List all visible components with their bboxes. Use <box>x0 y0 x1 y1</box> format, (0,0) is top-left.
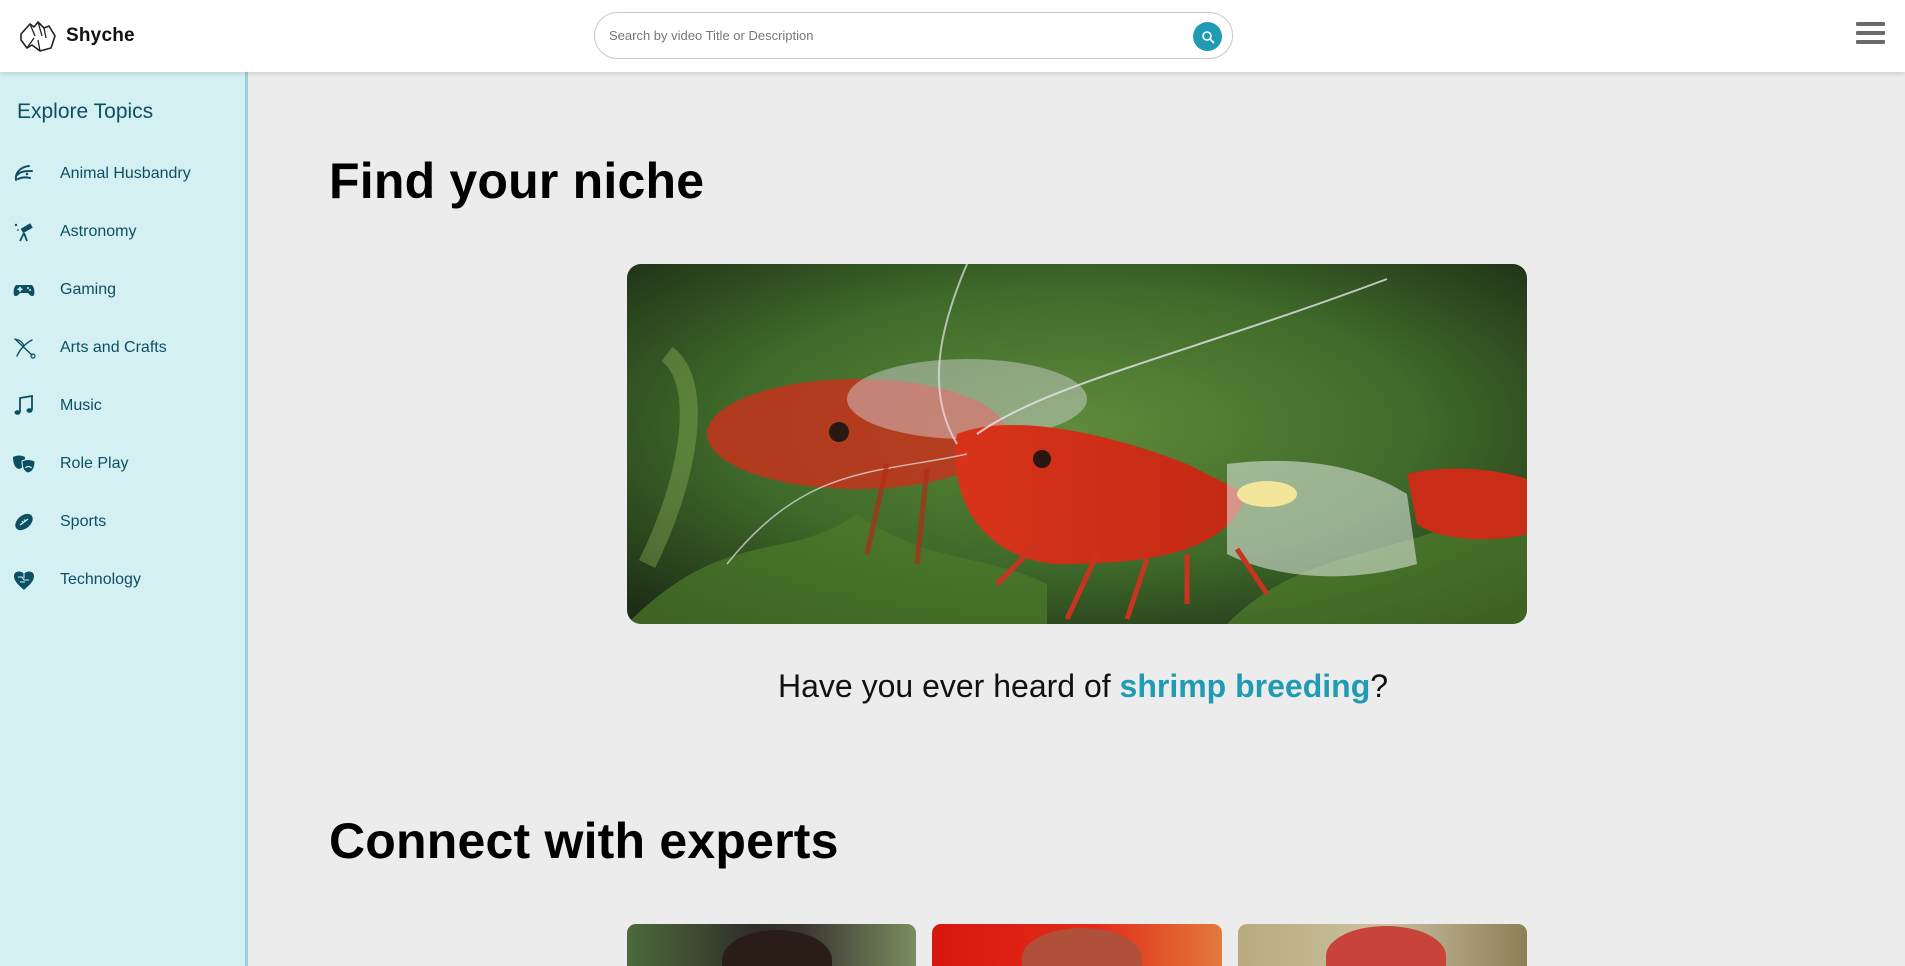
music-note-icon <box>14 395 33 415</box>
hands-logo-icon <box>20 21 56 52</box>
shrimp-icon <box>14 165 33 181</box>
sidebar-item-label: Gaming <box>60 281 117 298</box>
sidebar-item-astronomy[interactable]: Astronomy <box>0 210 245 254</box>
sidebar-item-label: Animal Husbandry <box>60 165 191 182</box>
expert-card[interactable] <box>932 924 1222 966</box>
sidebar-item-sports[interactable]: Sports <box>0 500 245 544</box>
shrimp-breeding-link[interactable]: shrimp breeding <box>1120 668 1371 704</box>
theater-masks-icon <box>13 455 36 474</box>
sidebar-item-label: Technology <box>60 571 141 588</box>
sidebar-item-role-play[interactable]: Role Play <box>0 442 245 486</box>
search-bar <box>594 12 1233 59</box>
sidebar-item-label: Arts and Crafts <box>60 339 167 356</box>
expert-photo <box>722 930 832 966</box>
hamburger-line <box>1856 40 1885 44</box>
expert-card[interactable] <box>1238 924 1527 966</box>
sidebar-item-label: Astronomy <box>60 223 137 240</box>
app-name: Shyche <box>66 25 135 46</box>
sidebar-item-label: Music <box>60 397 102 414</box>
sidebar-item-gaming[interactable]: Gaming <box>0 268 245 312</box>
shrimp-photo <box>627 264 1527 624</box>
sidebar-item-arts-and-crafts[interactable]: Arts and Crafts <box>0 326 245 370</box>
sidebar-item-technology[interactable]: Technology <box>0 558 245 602</box>
sidebar-item-label: Role Play <box>60 455 129 472</box>
hamburger-line <box>1856 31 1885 35</box>
gamepad-icon <box>13 285 35 297</box>
search-button[interactable] <box>1193 22 1222 51</box>
brain-circuit-icon <box>14 571 34 590</box>
menu-button[interactable] <box>1856 22 1886 48</box>
caption-text: Have you ever heard of <box>778 668 1120 704</box>
experts-heading: Connect with experts <box>329 813 839 869</box>
top-bar: Shyche <box>0 0 1905 72</box>
search-icon <box>1201 30 1214 43</box>
expert-photo <box>1326 926 1446 966</box>
niche-caption: Have you ever heard of shrimp breeding? <box>778 668 1388 705</box>
expert-photo <box>1022 928 1142 966</box>
sidebar-item-animal-husbandry[interactable]: Animal Husbandry <box>0 152 245 196</box>
expert-card[interactable] <box>627 924 916 966</box>
caption-suffix: ? <box>1370 668 1389 704</box>
sidebar-title: Explore Topics <box>17 100 154 123</box>
sidebar-item-music[interactable]: Music <box>0 384 245 428</box>
telescope-icon <box>14 223 33 242</box>
scissors-icon <box>14 338 36 359</box>
hero-image-shrimp <box>627 264 1527 624</box>
app-logo[interactable]: Shyche <box>18 18 135 54</box>
sidebar: Explore Topics Animal Husbandry Astronom… <box>0 72 248 966</box>
search-input[interactable] <box>609 13 1179 58</box>
hamburger-line <box>1856 22 1885 26</box>
sidebar-item-label: Sports <box>60 513 107 530</box>
niche-heading: Find your niche <box>329 153 705 209</box>
football-icon <box>15 513 33 531</box>
